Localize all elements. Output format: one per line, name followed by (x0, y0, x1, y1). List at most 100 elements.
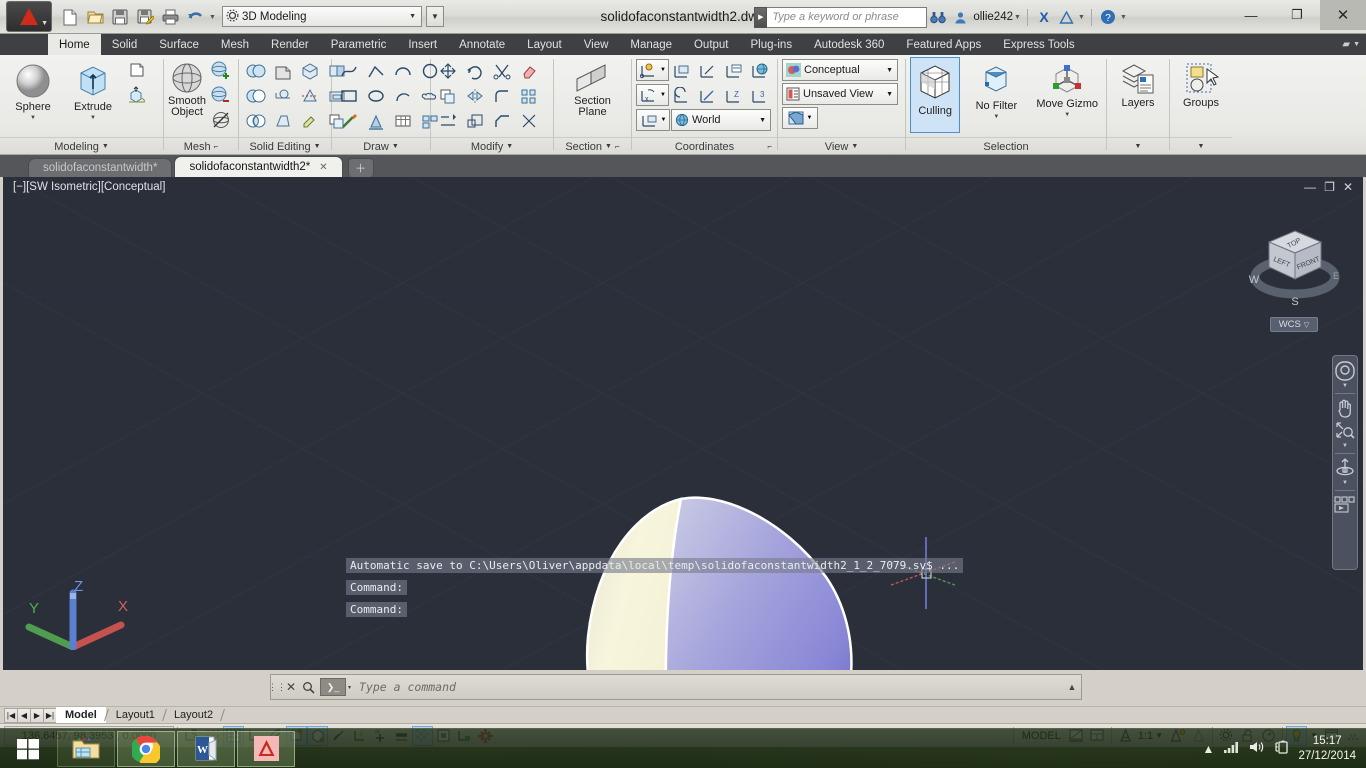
ucs-z-axis-button[interactable] (696, 84, 721, 108)
ribbon-tab-output[interactable]: Output (683, 34, 740, 55)
file-explorer-icon[interactable] (57, 730, 115, 767)
chevron-down-icon[interactable]: ▼ (1198, 143, 1205, 150)
chevron-down-icon[interactable]: ▼ (314, 143, 321, 150)
panel-expand-icon[interactable]: ⌐ (214, 142, 219, 151)
ribbon-minimize-icon[interactable]: ▰ (1342, 39, 1350, 50)
minimize-button[interactable]: — (1228, 0, 1274, 30)
presspull-button[interactable] (124, 58, 150, 82)
culling-button[interactable]: Culling (910, 57, 961, 133)
chevron-down-icon[interactable]: ▼ (807, 115, 813, 121)
ribbon-tab-render[interactable]: Render (260, 34, 320, 55)
table-button[interactable] (390, 109, 416, 133)
command-input-bar[interactable]: ⋮⋮ ✕ ❯_ ▾ Type a command ▲ (268, 674, 1082, 700)
steering-wheel-icon[interactable] (1333, 360, 1357, 382)
ribbon-tab-mesh[interactable]: Mesh (210, 34, 260, 55)
help-icon[interactable]: ? (1097, 6, 1119, 28)
section-plane-button[interactable]: Section Plane (560, 58, 626, 118)
layout-nav-button-1[interactable]: ◀ (17, 707, 31, 723)
ribbon-tab-annotate[interactable]: Annotate (448, 34, 516, 55)
search-input[interactable]: Type a keyword or phrase (767, 6, 928, 28)
line-button[interactable] (336, 59, 362, 83)
ucs-previous-button[interactable] (670, 84, 695, 108)
solid-edit-1-button[interactable] (270, 59, 296, 83)
ribbon-tab-layout[interactable]: Layout (516, 34, 573, 55)
arc-2-button[interactable] (390, 84, 416, 108)
smooth-more-button[interactable] (208, 58, 234, 82)
command-bar-close-button[interactable]: ✕ (283, 680, 299, 694)
no-filter-button[interactable]: No Filter ▼ (966, 57, 1026, 120)
pan-hand-icon[interactable] (1333, 397, 1357, 419)
showmotion-icon[interactable] (1333, 494, 1357, 516)
union-button[interactable] (243, 59, 269, 83)
chevron-down-icon[interactable]: ▼ (605, 143, 612, 150)
array-button[interactable] (516, 84, 542, 108)
chevron-down-icon[interactable]: ▼ (851, 143, 858, 150)
search-binoculars-icon[interactable] (927, 6, 949, 28)
ribbon-tab-view[interactable]: View (573, 34, 620, 55)
intersect-button[interactable] (243, 109, 269, 133)
new-document-tab-button[interactable]: ＋ (347, 158, 374, 177)
layout-tab-model[interactable]: Model (56, 707, 106, 723)
groups-button[interactable]: Groups (1174, 58, 1228, 110)
no-smooth-button[interactable] (208, 108, 234, 132)
viewport-label[interactable]: [−][SW Isometric][Conceptual] (13, 181, 165, 193)
rectangle-button[interactable] (336, 84, 362, 108)
ucs-combo[interactable]: World ▼ (671, 109, 771, 131)
battery-icon[interactable] (1274, 740, 1289, 757)
stretch-button[interactable] (435, 109, 461, 133)
chevron-down-icon[interactable]: ▼ (1119, 14, 1128, 21)
view-preset-combo[interactable]: Unsaved View ▼ (782, 83, 898, 105)
document-tab-0[interactable]: solidofaconstantwidth* (28, 158, 173, 177)
mirror-button[interactable] (462, 84, 488, 108)
ucs-named-button[interactable]: ▼ (636, 109, 670, 131)
ribbon-tab-surface[interactable]: Surface (148, 34, 210, 55)
ribbon-tab-solid[interactable]: Solid (101, 34, 149, 55)
chevron-down-icon[interactable]: ▼ (660, 67, 666, 73)
chrome-icon[interactable] (117, 730, 175, 767)
exchange-apps-icon[interactable]: X (1033, 6, 1055, 28)
ucs-view-button[interactable] (722, 59, 747, 83)
ucs-object-button[interactable] (696, 59, 721, 83)
show-hidden-icons-icon[interactable]: ▲ (1203, 742, 1215, 756)
ribbon-tab-home[interactable]: Home (48, 34, 101, 55)
viewport-close-button[interactable]: ✕ (1343, 180, 1353, 194)
polyline-button[interactable] (363, 59, 389, 83)
word-icon[interactable]: W (177, 730, 235, 767)
panel-expand-icon[interactable]: ⌐ (615, 142, 620, 151)
document-tab-1[interactable]: solidofaconstantwidth2* ✕ (174, 156, 343, 177)
color-edge-button[interactable] (297, 109, 323, 133)
chevron-down-icon[interactable]: ▼ (1064, 112, 1070, 118)
layout-nav-button-0[interactable]: |◀ (4, 707, 18, 723)
network-icon[interactable] (1223, 740, 1240, 757)
ribbon-tab-insert[interactable]: Insert (397, 34, 448, 55)
maximize-button[interactable]: ❐ (1274, 0, 1320, 30)
zoom-icon[interactable] (1333, 420, 1357, 442)
volume-icon[interactable] (1249, 740, 1265, 757)
taskbar-clock[interactable]: 15:17 27/12/2014 (1298, 734, 1356, 764)
viewport-config-button[interactable]: ▼ (782, 107, 818, 129)
solid-edit-4-button[interactable] (270, 84, 296, 108)
orbit-icon[interactable] (1333, 457, 1357, 479)
chevron-down-icon[interactable]: ▼ (1342, 480, 1348, 487)
viewport-maximize-button[interactable]: ❐ (1324, 180, 1335, 194)
chevron-down-icon[interactable]: ▼ (1013, 14, 1022, 21)
ribbon-tab-plug-ins[interactable]: Plug-ins (740, 34, 804, 55)
chevron-down-icon[interactable]: ▼ (1135, 143, 1142, 150)
ribbon-tab-express-tools[interactable]: Express Tools (992, 34, 1085, 55)
3d-move-button[interactable] (124, 83, 150, 107)
layers-button[interactable]: Layers (1111, 58, 1165, 110)
chevron-down-icon[interactable]: ▼ (90, 115, 96, 121)
smooth-object-button[interactable]: Smooth Object (168, 58, 206, 118)
slice-button[interactable] (297, 84, 323, 108)
layout-nav-button-2[interactable]: ▶ (30, 707, 44, 723)
drawing-canvas[interactable]: [−][SW Isometric][Conceptual] — ❐ ✕ N E … (0, 177, 1366, 670)
chevron-down-icon[interactable]: ▼ (993, 114, 999, 120)
start-button[interactable] (0, 729, 56, 768)
layout-tab-layout1[interactable]: Layout1 (107, 707, 164, 723)
ribbon-tab-parametric[interactable]: Parametric (320, 34, 398, 55)
chevron-down-icon[interactable]: ▼ (102, 143, 109, 150)
extrude-button[interactable]: Extrude ▼ (64, 58, 122, 121)
search-expand-icon[interactable]: ▶ (754, 6, 768, 28)
chevron-down-icon[interactable]: ▼ (1077, 14, 1086, 21)
explode-button[interactable] (516, 109, 542, 133)
